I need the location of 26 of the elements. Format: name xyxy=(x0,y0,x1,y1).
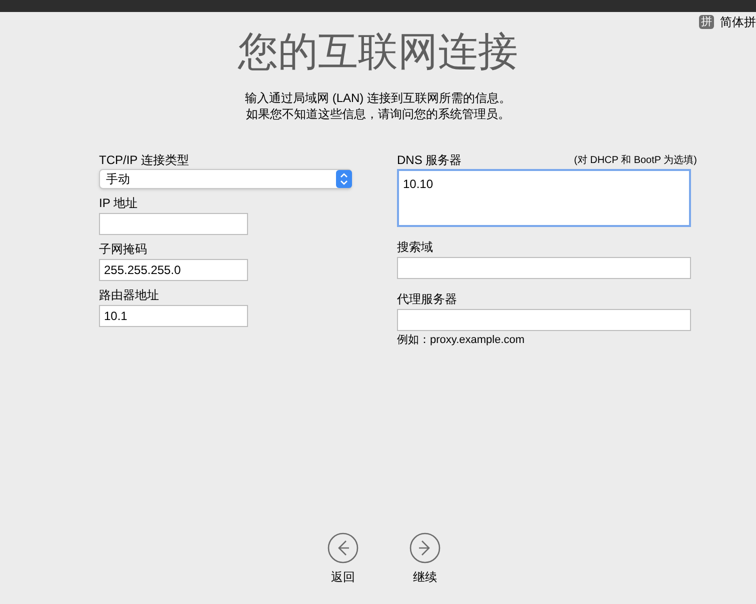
field-label: 路由器地址 xyxy=(99,287,160,303)
description-text: 如果您不知道这些信息，请询问您的系统管理员。 xyxy=(246,106,510,122)
arrow-right-icon xyxy=(409,532,441,564)
back-button[interactable]: 返回 xyxy=(327,532,359,586)
optional-note: (对 DHCP 和 BootP 为选填) xyxy=(574,154,697,168)
input-method-label[interactable]: 简体拼 xyxy=(720,13,756,31)
description-text: 输入通过局域网 (LAN) 连接到互联网所需的信息。 xyxy=(244,90,511,106)
text-field[interactable] xyxy=(99,213,248,235)
field-label: DNS 服务器 xyxy=(397,152,462,168)
page-title: 您的互联网连接 xyxy=(238,30,518,74)
continue-button[interactable]: 继续 xyxy=(409,532,441,586)
stepper-arrows-icon xyxy=(336,170,352,188)
dns-text-area[interactable]: 10.10 xyxy=(397,169,691,227)
connection-type-select[interactable]: 手动 xyxy=(99,169,352,189)
field-label: 代理服务器 xyxy=(397,291,458,307)
text-field[interactable]: 255.255.255.0 xyxy=(99,259,248,281)
field-label: 子网掩码 xyxy=(99,241,148,257)
field-label: TCP/IP 连接类型 xyxy=(99,152,190,168)
hint-text: 例如：proxy.example.com xyxy=(397,333,526,348)
text-field[interactable] xyxy=(397,257,691,279)
field-label: 搜索域 xyxy=(397,239,434,255)
field-label: IP 地址 xyxy=(99,195,138,211)
arrow-left-icon xyxy=(327,532,359,564)
input-method-badge[interactable]: 拼 xyxy=(699,15,714,29)
text-field[interactable] xyxy=(397,309,691,331)
text-field[interactable]: 10.1 xyxy=(99,305,248,327)
